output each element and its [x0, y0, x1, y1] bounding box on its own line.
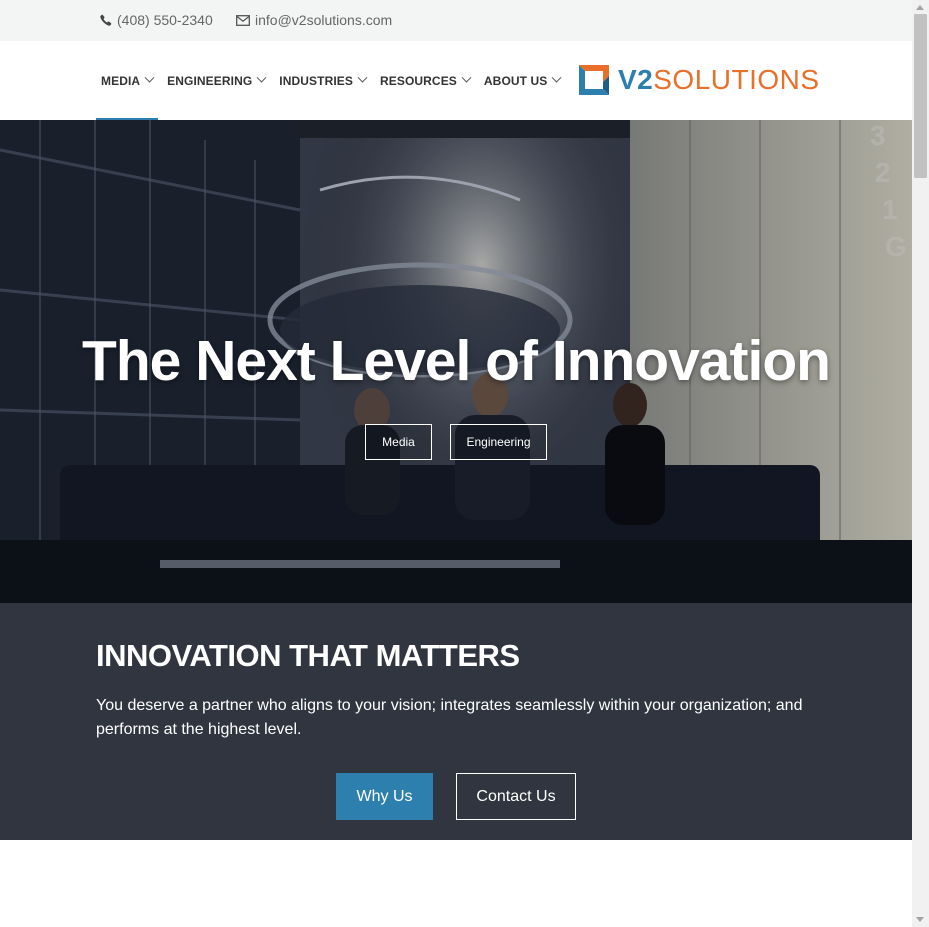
- nav-item-about-us[interactable]: ABOUT US: [479, 41, 565, 120]
- nav-item-engineering[interactable]: ENGINEERING: [162, 41, 270, 120]
- scrollbar-thumb[interactable]: [914, 14, 927, 178]
- phone-link[interactable]: (408) 550-2340: [100, 12, 213, 28]
- logo-wordmark: V2SOLUTIONS: [618, 62, 820, 98]
- innovation-section: INNOVATION THAT MATTERS You deserve a pa…: [0, 603, 912, 840]
- section-heading: INNOVATION THAT MATTERS: [96, 638, 520, 673]
- logo-mark-icon: [579, 65, 609, 95]
- hero-title: The Next Level of Innovation: [82, 329, 831, 393]
- chevron-down-icon: [461, 72, 472, 83]
- chevron-down-icon: [144, 72, 155, 83]
- nav-item-label: MEDIA: [101, 73, 141, 88]
- section-description: You deserve a partner who aligns to your…: [96, 697, 803, 738]
- nav-item-label: RESOURCES: [379, 73, 457, 88]
- hero-media-button[interactable]: Media: [365, 424, 432, 460]
- top-contact-bar: (408) 550-2340 info@v2solutions.com: [0, 0, 912, 41]
- hero-banner: 3 2 1 G The Next Level of Innovation Med…: [0, 120, 912, 603]
- email-address: info@v2solutions.com: [255, 12, 393, 28]
- main-nav: MEDIA ENGINEERING INDUSTRIES RESOURCES A…: [96, 41, 569, 121]
- chevron-down-icon: [256, 72, 267, 83]
- company-logo[interactable]: V2SOLUTIONS: [576, 62, 820, 98]
- page: (408) 550-2340 info@v2solutions.com MEDI…: [0, 0, 912, 927]
- logo-v2-text: V2: [618, 64, 654, 95]
- main-header: MEDIA ENGINEERING INDUSTRIES RESOURCES A…: [0, 41, 912, 121]
- nav-item-label: INDUSTRIES: [279, 73, 353, 88]
- logo-solutions-text: SOLUTIONS: [653, 64, 820, 95]
- phone-icon: [100, 14, 112, 26]
- chevron-down-icon: [357, 72, 368, 83]
- nav-item-label: ENGINEERING: [167, 73, 253, 88]
- nav-item-industries[interactable]: INDUSTRIES: [274, 41, 371, 120]
- envelope-icon: [236, 14, 250, 26]
- contact-us-button[interactable]: Contact Us: [456, 773, 576, 820]
- phone-number: (408) 550-2340: [117, 12, 213, 28]
- why-us-button[interactable]: Why Us: [336, 773, 433, 820]
- email-link[interactable]: info@v2solutions.com: [236, 12, 392, 28]
- nav-item-resources[interactable]: RESOURCES: [375, 41, 475, 120]
- vertical-scrollbar[interactable]: [912, 0, 929, 927]
- nav-item-label: ABOUT US: [483, 73, 548, 88]
- chevron-down-icon: [551, 72, 562, 83]
- scroll-down-arrow-icon[interactable]: [916, 917, 924, 922]
- nav-item-media[interactable]: MEDIA: [96, 41, 159, 121]
- hero-engineering-button[interactable]: Engineering: [450, 424, 547, 460]
- scroll-up-arrow-icon[interactable]: [916, 5, 924, 10]
